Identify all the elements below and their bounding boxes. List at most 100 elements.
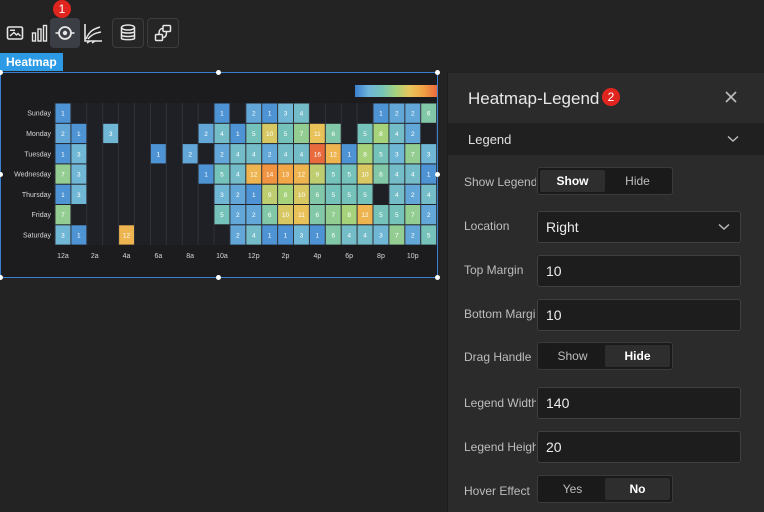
drag-handle-label: Drag Handle [464,350,532,364]
x-axis-label: 4a [123,253,131,260]
x-axis-label: 2p [282,253,290,260]
cell-value-label: 5 [252,131,256,138]
cell-value-label: 2 [236,212,240,219]
resize-handle-tr[interactable] [435,70,440,75]
chevron-down-icon [727,135,739,142]
y-axis-label: Saturday [23,232,52,239]
cell-value-label: 4 [395,131,399,138]
cell-value-label: 12 [361,212,369,219]
resize-handle-bl[interactable] [0,275,3,280]
cell-value-label: 3 [395,151,399,158]
cell-value-label: 5 [331,192,335,199]
cell-value-label: 11 [298,212,305,219]
cell-value-label: 1 [61,151,65,158]
top-margin-input[interactable]: 10 [537,255,741,287]
bottom-margin-input[interactable]: 10 [537,299,741,331]
app-root: 1 Heatmap 1 1 2 1 3 4 1 2 2 6 2 1 3 2 4 1 5 10 5 7 11 6 5 8 4 2 1 3… [0,0,764,512]
cell-value-label: 4 [300,151,304,158]
bar-chart-icon [31,24,48,42]
y-axis-label: Monday [26,131,51,138]
cell-value-label: 3 [77,151,81,158]
cell-value-label: 13 [282,172,290,179]
cell-value-label: 5 [220,172,224,179]
show-legend-show-option[interactable]: Show [540,170,605,192]
cell-value-label: 4 [220,131,224,138]
database-button[interactable] [112,18,144,48]
share-button[interactable] [147,18,179,48]
resize-handle-top[interactable] [216,70,221,75]
legend-section-header[interactable]: Legend [448,123,764,155]
x-axis-label: 6a [154,253,162,260]
cell-value-label: 5 [379,212,383,219]
cell-value-label: 7 [411,151,415,158]
x-axis-label: 10p [407,253,419,260]
cell-value-label: 6 [316,192,320,199]
cell-value-label: 7 [331,212,335,219]
location-value: Right [546,219,579,235]
cell-value-label: 12 [330,151,338,158]
cell-value-label: 3 [427,151,431,158]
panel-title: Heatmap-Legend [468,89,600,108]
x-axis-label: 10a [216,253,228,260]
cell-value-label: 5 [284,131,288,138]
cell-value-label: 5 [427,232,431,239]
cell-value-label: 10 [361,172,369,179]
cell-value-label: 1 [61,192,65,199]
legend-width-input[interactable]: 140 [537,387,741,419]
legend-settings-panel: Heatmap-Legend 2 Legend Show Legend Show… [447,73,764,512]
x-axis-label: 4p [313,253,321,260]
cell-value-label: 2 [61,131,65,138]
cell-value-label: 8 [284,192,288,199]
cell-value-label: 11 [314,131,321,138]
hover-effect-no-option[interactable]: No [605,478,670,500]
curve-button[interactable] [78,18,108,48]
cell-value-label: 4 [427,192,431,199]
cell-value-label: 2 [411,232,415,239]
widget-tag[interactable]: Heatmap [0,53,63,71]
cell-value-label: 7 [395,232,399,239]
line-curve-icon [84,24,102,44]
cell-value-label: 5 [363,192,367,199]
x-axis-label: 12a [57,253,69,260]
cell-value-label: 4 [347,232,351,239]
resize-handle-right[interactable] [435,172,440,177]
resize-handle-bottom[interactable] [216,275,221,280]
cell-value-label: 1 [220,111,224,118]
cell-value-label: 3 [77,172,81,179]
cell-value-label: 4 [252,232,256,239]
drag-handle-show-option[interactable]: Show [540,345,605,367]
heatmap-button[interactable] [50,18,80,48]
close-icon[interactable] [724,90,738,104]
image-icon [6,26,24,40]
resize-handle-br[interactable] [435,275,440,280]
hover-effect-toggle[interactable]: Yes No [537,475,673,503]
hover-effect-yes-option[interactable]: Yes [540,478,605,500]
cell-value-label: 1 [61,111,65,118]
cell-value-label: 2 [395,111,399,118]
cell-value-label: 3 [220,192,224,199]
x-axis-label: 6p [345,253,353,260]
location-select[interactable]: Right [537,211,741,243]
cell-value-label: 2 [252,212,256,219]
show-legend-toggle[interactable]: Show Hide [537,167,673,195]
cell-value-label: 4 [300,111,304,118]
top-margin-label: Top Margin [464,263,524,277]
cell-value-label: 2 [220,151,224,158]
cell-value-label: 2 [236,232,240,239]
y-axis-label: Thursday [22,192,52,199]
cell-value-label: 1 [77,232,81,239]
drag-handle-toggle[interactable]: Show Hide [537,342,673,370]
x-axis-label: 8a [186,253,194,260]
legend-height-input[interactable]: 20 [537,431,741,463]
visual-map-bar[interactable] [355,85,437,97]
drag-handle-hide-option[interactable]: Hide [605,345,670,367]
cell-value-label: 5 [363,131,367,138]
cell-value-label: 14 [266,172,274,179]
cell-value-label: 1 [77,131,81,138]
heatmap-widget[interactable]: 1 1 2 1 3 4 1 2 2 6 2 1 3 2 4 1 5 10 5 7 11 6 5 8 4 2 1 3 1 2 2 4 4 2 4 4 16… [0,72,438,278]
location-label: Location [464,219,510,233]
show-legend-hide-option[interactable]: Hide [605,170,670,192]
hover-effect-label: Hover Effect [464,484,530,498]
cell-value-label: 2 [236,192,240,199]
cell-value-label: 2 [188,151,192,158]
